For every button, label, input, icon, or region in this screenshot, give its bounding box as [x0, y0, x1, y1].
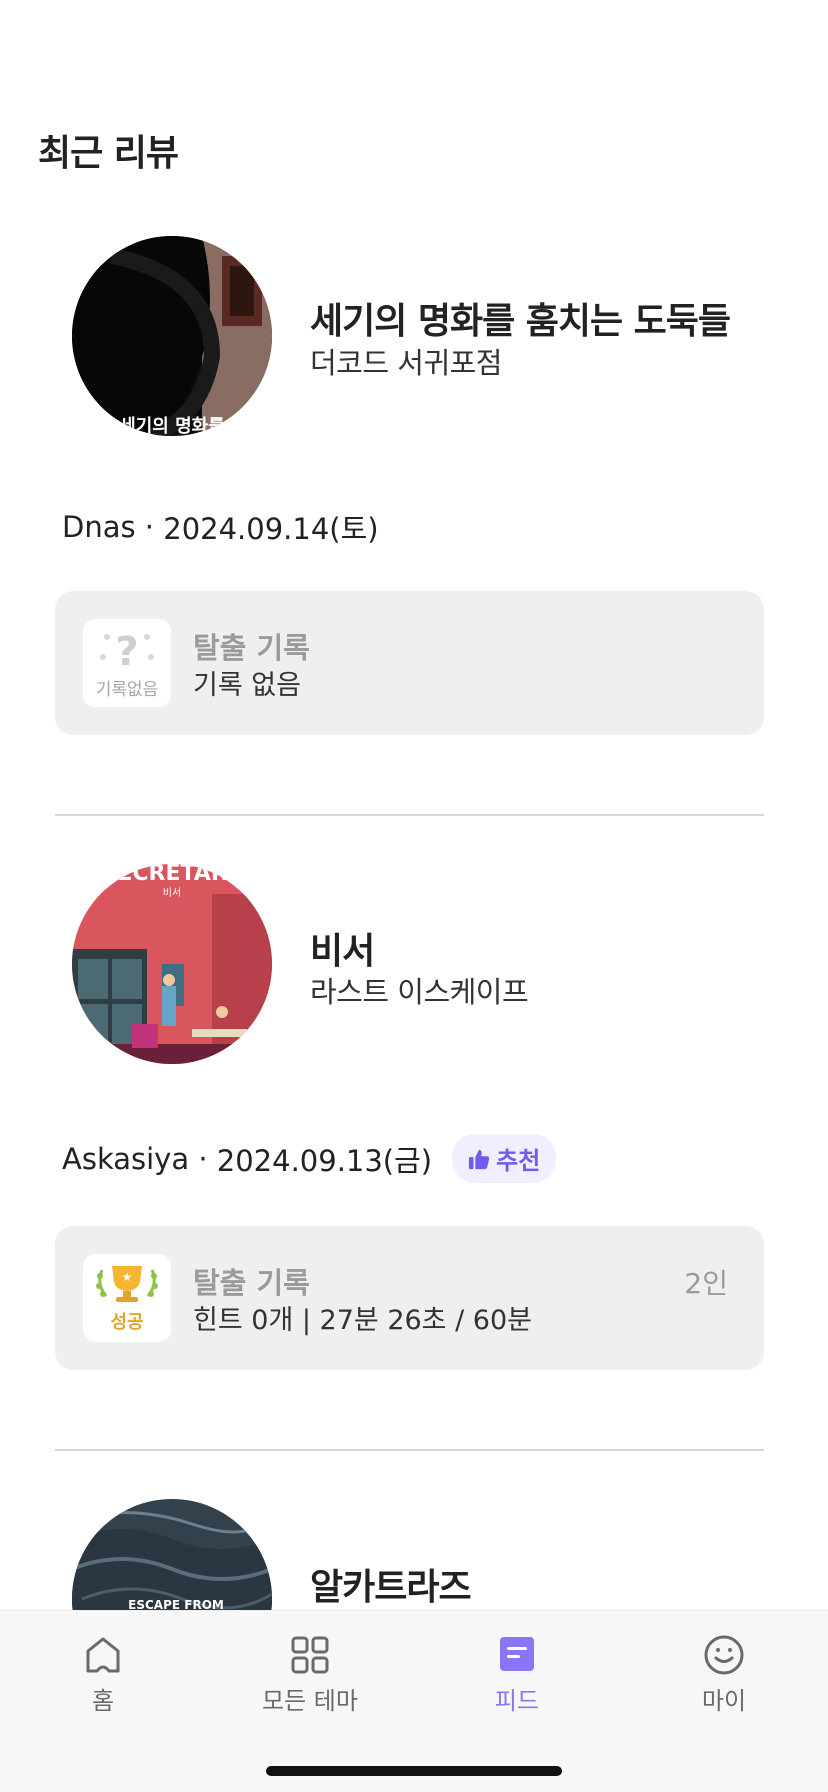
divider [55, 1449, 764, 1451]
question-icon: ? [100, 629, 154, 675]
page-title: 최근 리뷰 [38, 133, 179, 174]
meta-separator: · [135, 510, 164, 544]
home-icon [86, 1637, 120, 1673]
record-detail: 힌트 0개 | 27분 26초 / 60분 [193, 1305, 532, 1336]
theme-title[interactable]: 비서 [310, 922, 375, 974]
meta-separator: · [189, 1141, 217, 1176]
tab-bar: 홈 모든 테마 피드 마이 [0, 1610, 828, 1792]
escape-record-card[interactable]: ★ 성공 탈출 기록 힌트 0개 | 27분 26초 / 60분 2인 [55, 1226, 764, 1370]
theme-thumbnail[interactable]: SECRETARY 비서 [72, 864, 272, 1064]
escape-record-card[interactable]: ? 기록없음 탈출 기록 기록 없음 [55, 591, 764, 735]
thumbnail-caption: SECRETARY [102, 864, 244, 886]
store-name[interactable]: 라스트 이스케이프 [310, 969, 529, 1011]
review-date: 2024.09.14(토) [163, 512, 379, 546]
svg-text:?: ? [115, 629, 138, 675]
review-date: 2024.09.13(금) [216, 1143, 433, 1178]
tab-my[interactable]: 마이 [644, 1633, 804, 1716]
thumbnail-caption: 세기의 명화를 [119, 416, 225, 436]
record-detail: 기록 없음 [193, 670, 301, 701]
author-name[interactable]: Askasiya [62, 1142, 189, 1176]
thumbs-up-icon [469, 1149, 490, 1169]
review-meta: Dnas · 2024.09.14(토) [62, 506, 379, 548]
record-title: 탈출 기록 [193, 631, 310, 665]
tab-all-themes-label: 모든 테마 [262, 1687, 358, 1715]
feed-icon [500, 1637, 534, 1671]
theme-title[interactable]: 알카트라즈 [310, 1558, 472, 1610]
record-status-icon: ? 기록없음 [83, 619, 171, 707]
tab-all-themes[interactable]: 모든 테마 [230, 1633, 390, 1716]
store-name[interactable]: 더코드 서귀포점 [310, 340, 502, 382]
tab-home[interactable]: 홈 [23, 1633, 183, 1716]
thumbnail-subcaption: 비서 [163, 887, 181, 899]
theme-thumbnail[interactable]: 세기의 명화를 [72, 236, 272, 436]
review-meta: Askasiya · 2024.09.13(금) 추천 [62, 1134, 557, 1183]
smile-icon [704, 1635, 744, 1675]
author-name[interactable]: Dnas [62, 510, 136, 544]
svg-text:★: ★ [122, 1270, 133, 1284]
trophy-icon: ★ [96, 1266, 158, 1302]
record-icon-label: 성공 [110, 1312, 144, 1333]
record-icon-label: 기록없음 [95, 679, 159, 700]
home-indicator [266, 1766, 562, 1776]
divider [55, 814, 764, 816]
tab-feed-label: 피드 [494, 1687, 540, 1715]
record-title: 탈출 기록 [193, 1266, 310, 1300]
tab-feed[interactable]: 피드 [437, 1633, 597, 1716]
theme-title[interactable]: 세기의 명화를 훔치는 도둑들 [310, 292, 731, 344]
recommend-badge: 추천 [452, 1134, 557, 1183]
recommend-label: 추천 [496, 1147, 541, 1175]
record-people: 2인 [684, 1267, 728, 1300]
tab-home-label: 홈 [91, 1687, 115, 1715]
tab-my-label: 마이 [701, 1687, 747, 1715]
grid-icon [291, 1636, 329, 1674]
record-status-icon: ★ 성공 [83, 1254, 171, 1342]
